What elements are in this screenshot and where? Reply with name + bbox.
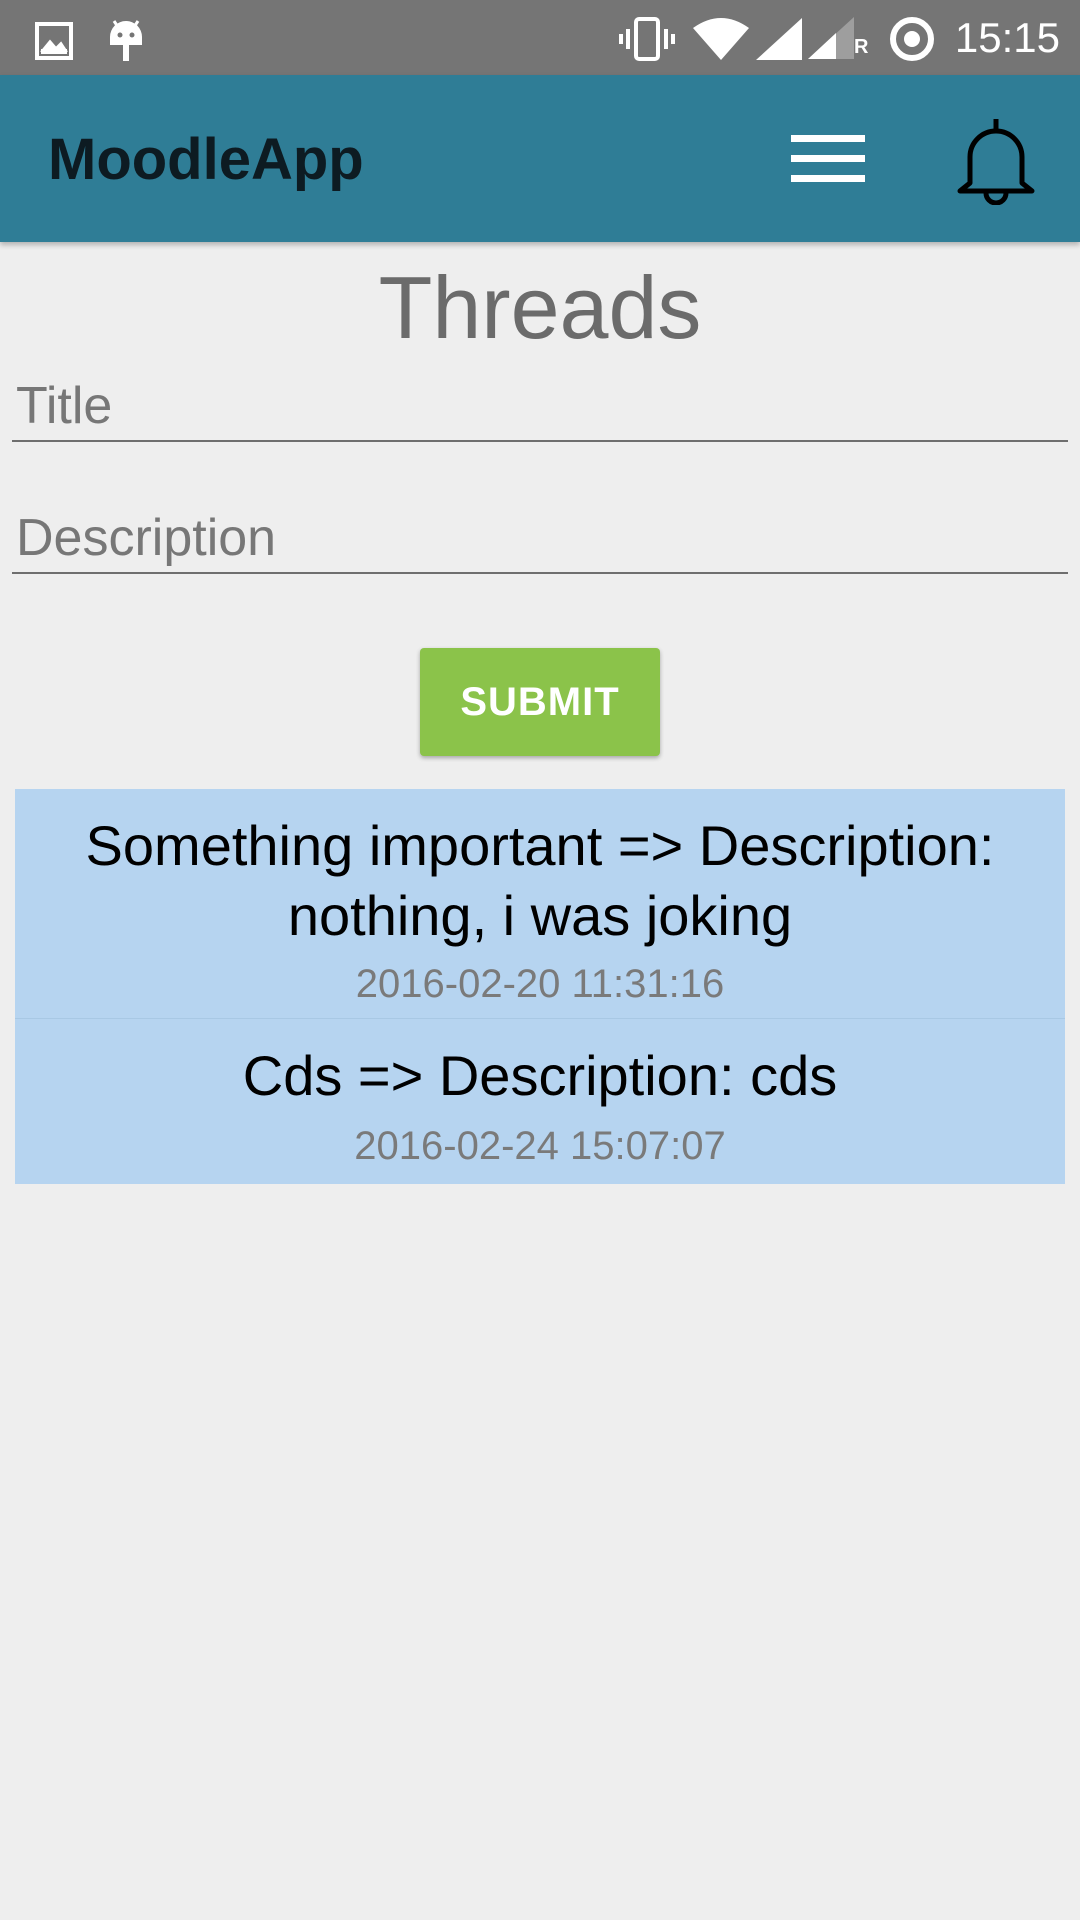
app-title: MoodleApp <box>48 127 364 192</box>
status-time: 15:15 <box>954 14 1060 61</box>
android-icon <box>110 20 142 61</box>
thread-list: Something important => Description: noth… <box>15 789 1065 1184</box>
notifications-button[interactable] <box>944 111 1048 211</box>
thread-date: 2016-02-20 11:31:16 <box>355 962 725 1006</box>
submit-button[interactable]: SUBMIT <box>420 648 660 756</box>
signal-icon <box>756 18 802 60</box>
roaming-label: R <box>854 36 869 58</box>
thread-list-item[interactable]: Something important => Description: noth… <box>15 789 1065 1018</box>
image-icon <box>35 22 73 60</box>
thread-date: 2016-02-24 15:07:07 <box>354 1124 726 1168</box>
app-bar: MoodleApp <box>0 75 1080 242</box>
description-input[interactable] <box>12 504 1068 574</box>
status-bar: R 15:15 <box>0 0 1080 75</box>
sync-icon <box>890 17 934 61</box>
hamburger-menu-icon <box>791 135 865 182</box>
page-title: Threads <box>378 258 702 357</box>
thread-list-item[interactable]: Cds => Description: cds 2016-02-24 15:07… <box>15 1018 1065 1184</box>
menu-button[interactable] <box>776 119 880 199</box>
thread-text: Something important => Description: noth… <box>85 814 995 947</box>
bell-icon <box>957 119 1035 205</box>
wifi-icon <box>693 18 749 60</box>
thread-text: Cds => Description: cds <box>242 1044 838 1107</box>
vibrate-icon <box>619 17 675 61</box>
title-input[interactable] <box>12 372 1068 442</box>
